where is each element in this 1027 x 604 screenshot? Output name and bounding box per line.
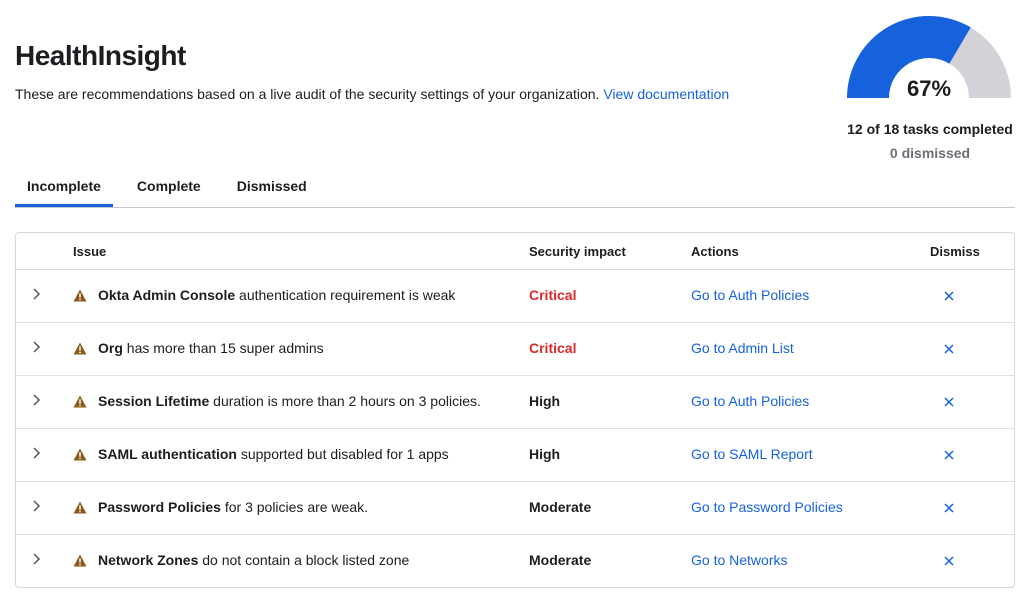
dismiss-x-icon[interactable] bbox=[943, 555, 955, 567]
dismiss-x-icon[interactable] bbox=[943, 449, 955, 461]
subtitle-text: These are recommendations based on a liv… bbox=[15, 86, 600, 102]
issue-text: SAML authentication supported but disabl… bbox=[98, 446, 449, 462]
table-row: SAML authentication supported but disabl… bbox=[16, 429, 1014, 482]
issue-text: Network Zones do not contain a block lis… bbox=[98, 552, 409, 568]
issue-subject: Okta Admin Console bbox=[98, 287, 236, 303]
issue-description: has more than 15 super admins bbox=[122, 340, 324, 356]
security-impact-label: Critical bbox=[529, 340, 577, 356]
warning-icon bbox=[73, 342, 87, 355]
action-link[interactable]: Go to Auth Policies bbox=[691, 287, 809, 303]
security-impact-label: High bbox=[529, 393, 561, 409]
issue-subject: Org bbox=[98, 340, 123, 356]
header-issue: Issue bbox=[73, 244, 107, 259]
tab-bar: Incomplete Complete Dismissed bbox=[15, 166, 1015, 208]
dismiss-x-icon[interactable] bbox=[943, 343, 955, 355]
tab-complete[interactable]: Complete bbox=[125, 166, 213, 207]
security-impact-label: Moderate bbox=[529, 499, 592, 515]
table-body: Okta Admin Console authentication requir… bbox=[16, 270, 1014, 587]
dismissed-count-text: 0 dismissed bbox=[889, 145, 971, 161]
issue-subject: Password Policies bbox=[98, 499, 221, 515]
tab-incomplete[interactable]: Incomplete bbox=[15, 166, 113, 207]
expand-chevron-icon[interactable] bbox=[30, 499, 42, 513]
expand-chevron-icon[interactable] bbox=[30, 393, 42, 407]
expand-chevron-icon[interactable] bbox=[30, 287, 42, 301]
action-link[interactable]: Go to SAML Report bbox=[691, 446, 813, 462]
issue-description: for 3 policies are weak. bbox=[220, 499, 369, 515]
security-impact-label: Critical bbox=[529, 287, 577, 303]
issue-subject: SAML authentication bbox=[98, 446, 237, 462]
issue-text: Okta Admin Console authentication requir… bbox=[98, 287, 455, 303]
header-security-impact: Security impact bbox=[529, 244, 626, 259]
issue-subject: Session Lifetime bbox=[98, 393, 210, 409]
dismiss-x-icon[interactable] bbox=[943, 290, 955, 302]
dismiss-x-icon[interactable] bbox=[943, 396, 955, 408]
issue-text: Org has more than 15 super admins bbox=[98, 340, 324, 356]
header-actions: Actions bbox=[691, 244, 739, 259]
view-documentation-link[interactable]: View documentation bbox=[603, 86, 729, 102]
progress-percent: 67% bbox=[906, 76, 952, 101]
expand-chevron-icon[interactable] bbox=[30, 552, 42, 566]
warning-icon bbox=[73, 554, 87, 567]
action-link[interactable]: Go to Networks bbox=[691, 552, 787, 568]
expand-chevron-icon[interactable] bbox=[30, 446, 42, 460]
tab-dismissed[interactable]: Dismissed bbox=[225, 166, 319, 207]
issue-description: supported but disabled for 1 apps bbox=[236, 446, 449, 462]
action-link[interactable]: Go to Password Policies bbox=[691, 499, 843, 515]
table-header-row: Issue Security impact Actions Dismiss bbox=[16, 233, 1014, 270]
issue-description: authentication requirement is weak bbox=[235, 287, 456, 303]
tasks-completed-text: 12 of 18 tasks completed bbox=[847, 121, 1013, 137]
action-link[interactable]: Go to Auth Policies bbox=[691, 393, 809, 409]
table-row: Password Policies for 3 policies are wea… bbox=[16, 482, 1014, 535]
page-subtitle: These are recommendations based on a liv… bbox=[15, 86, 729, 102]
table-row: Session Lifetime duration is more than 2… bbox=[16, 376, 1014, 429]
issue-description: do not contain a block listed zone bbox=[198, 552, 410, 568]
recommendations-table: Issue Security impact Actions Dismiss Ok… bbox=[15, 232, 1015, 588]
table-row: Okta Admin Console authentication requir… bbox=[16, 270, 1014, 323]
issue-text: Password Policies for 3 policies are wea… bbox=[98, 499, 368, 515]
issue-description: duration is more than 2 hours on 3 polic… bbox=[209, 393, 481, 409]
dismiss-x-icon[interactable] bbox=[943, 502, 955, 514]
table-row: Network Zones do not contain a block lis… bbox=[16, 535, 1014, 587]
table-row: Org has more than 15 super admins Critica… bbox=[16, 323, 1014, 376]
issue-subject: Network Zones bbox=[98, 552, 199, 568]
security-impact-label: Moderate bbox=[529, 552, 592, 568]
page-title: HealthInsight bbox=[15, 40, 186, 71]
warning-icon bbox=[73, 501, 87, 514]
issue-text: Session Lifetime duration is more than 2… bbox=[98, 393, 481, 409]
expand-chevron-icon[interactable] bbox=[30, 340, 42, 354]
header-dismiss: Dismiss bbox=[930, 244, 980, 259]
warning-icon bbox=[73, 289, 87, 302]
warning-icon bbox=[73, 448, 87, 461]
security-impact-label: High bbox=[529, 446, 561, 462]
action-link[interactable]: Go to Admin List bbox=[691, 340, 794, 356]
warning-icon bbox=[73, 395, 87, 408]
